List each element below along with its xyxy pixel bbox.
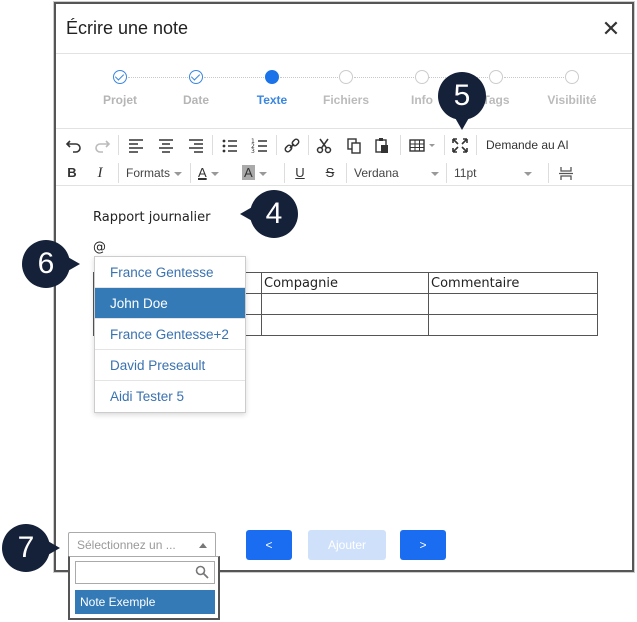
chevron-down-icon <box>174 171 183 176</box>
chevron-up-icon <box>199 543 207 548</box>
undo-icon[interactable] <box>64 134 84 156</box>
doc-heading: Rapport journalier <box>93 210 211 225</box>
callout-4: 4 <box>240 190 298 238</box>
italic-button[interactable]: I <box>92 162 108 184</box>
align-center-icon[interactable] <box>156 134 176 156</box>
paste-icon[interactable] <box>372 134 392 156</box>
fullscreen-icon[interactable] <box>450 134 470 156</box>
font-family-dropdown[interactable]: Verdana <box>354 162 442 184</box>
toolbar-row-1: 123 Demande au AI <box>56 131 632 159</box>
modal-title: Écrire une note <box>66 18 189 38</box>
align-left-icon[interactable] <box>126 134 146 156</box>
note-select-placeholder: Sélectionnez un ... <box>77 538 176 552</box>
bg-color-button[interactable]: A <box>242 162 282 184</box>
font-family-label: Verdana <box>354 166 399 180</box>
page-break-icon[interactable] <box>556 162 576 184</box>
cut-icon[interactable] <box>314 134 334 156</box>
table-cell[interactable] <box>428 293 598 315</box>
mention-item[interactable]: France Gentesse+2 <box>95 319 245 350</box>
formats-dropdown[interactable]: Formats <box>126 162 186 184</box>
note-search-input[interactable] <box>75 561 215 584</box>
chevron-down-icon <box>258 171 267 176</box>
close-button[interactable]: ✕ <box>600 18 622 40</box>
step-done-icon <box>189 70 203 84</box>
table-cell[interactable]: Compagnie <box>261 272 429 294</box>
callout-7: 7 <box>2 524 60 572</box>
step-label: Visibilité <box>547 93 597 107</box>
note-select-box[interactable]: Sélectionnez un ... <box>68 532 216 558</box>
svg-text:3: 3 <box>251 148 255 155</box>
next-button[interactable]: > <box>400 530 446 560</box>
previous-button[interactable]: < <box>246 530 292 560</box>
bold-button[interactable]: B <box>64 162 80 184</box>
modal-header: Écrire une note ✕ <box>56 4 632 54</box>
step-done-icon <box>113 70 127 84</box>
chevron-down-icon <box>430 171 439 176</box>
search-icon <box>195 565 209 579</box>
formats-label: Formats <box>126 166 171 180</box>
editor-toolbar: 123 Demande au AI B I Formats A A U S Ve… <box>56 128 632 186</box>
toolbar-row-2: B I Formats A A U S Verdana 11pt <box>56 159 632 187</box>
step-pending-icon <box>565 70 579 84</box>
font-size-label: 11pt <box>454 166 477 180</box>
strikethrough-button[interactable]: S <box>322 162 338 184</box>
callout-5: 5 <box>438 72 486 130</box>
link-icon[interactable] <box>282 134 302 156</box>
editor-content[interactable]: Rapport journalier @ Compagnie Commentai… <box>56 188 632 528</box>
chevron-down-icon <box>524 171 533 176</box>
copy-icon[interactable] <box>344 134 364 156</box>
note-select-panel: Note Exemple <box>68 556 220 620</box>
redo-icon[interactable] <box>92 134 112 156</box>
note-modal: Écrire une note ✕ Projet Date Texte Fich… <box>54 2 634 572</box>
underline-button[interactable]: U <box>292 162 308 184</box>
font-color-icon: A <box>198 165 207 180</box>
bullet-list-icon[interactable] <box>220 134 240 156</box>
stepper: Projet Date Texte Fichiers Info Tags Vis… <box>56 70 632 120</box>
font-color-button[interactable]: A <box>198 162 238 184</box>
note-option[interactable]: Note Exemple <box>75 590 215 614</box>
chevron-down-icon <box>210 171 219 176</box>
step-pending-icon <box>489 70 503 84</box>
mention-item[interactable]: Aidi Tester 5 <box>95 381 245 412</box>
mention-item-selected[interactable]: John Doe <box>95 288 245 319</box>
add-button[interactable]: Ajouter <box>308 530 386 560</box>
mention-dropdown: France Gentesse John Doe France Gentesse… <box>94 256 246 413</box>
table-cell[interactable] <box>261 314 429 336</box>
step-active-icon <box>265 70 279 84</box>
table-cell[interactable] <box>428 314 598 336</box>
callout-6: 6 <box>22 240 80 288</box>
step-pending-icon <box>339 70 353 84</box>
step-visibilite[interactable]: Visibilité <box>527 70 617 107</box>
table-icon[interactable] <box>408 134 438 156</box>
table-cell[interactable]: Commentaire <box>428 272 598 294</box>
step-pending-icon <box>415 70 429 84</box>
mention-trigger: @ <box>93 240 106 255</box>
mention-item[interactable]: David Preseault <box>95 350 245 381</box>
numbered-list-icon[interactable]: 123 <box>250 134 270 156</box>
ai-request-button[interactable]: Demande au AI <box>486 134 576 156</box>
align-right-icon[interactable] <box>186 134 206 156</box>
mention-item[interactable]: France Gentesse <box>95 257 245 288</box>
font-size-dropdown[interactable]: 11pt <box>454 162 542 184</box>
bg-color-icon: A <box>242 165 255 180</box>
table-cell[interactable] <box>261 293 429 315</box>
